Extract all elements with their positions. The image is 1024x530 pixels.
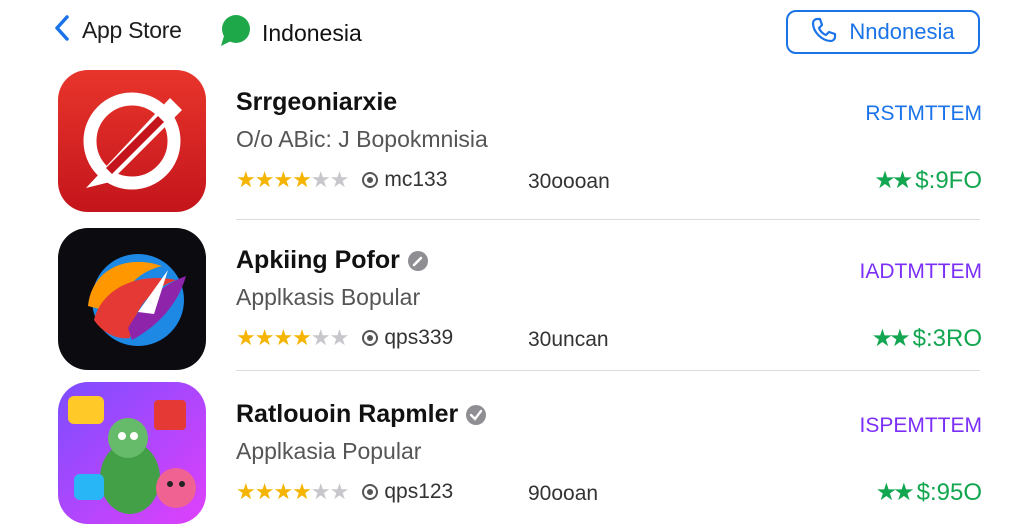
cartoon-characters-icon[interactable] <box>58 382 206 524</box>
app-row[interactable]: Apkiing Pofor Applkasis Bopular ★★★★★★ q… <box>0 228 1024 376</box>
region-button-label: Nndonesia <box>849 19 955 44</box>
verified-icon <box>407 250 428 271</box>
app-subtitle: Applkasis Bopular <box>236 284 421 310</box>
app-category: ISPEMTTEM <box>859 414 982 437</box>
region-label: Indonesia <box>262 20 362 46</box>
phone-icon <box>811 17 837 48</box>
star-icon: ★★ <box>871 325 911 352</box>
red-circle-slash-icon[interactable] <box>58 70 206 212</box>
rating-line: ★★★★★★ qps339 <box>236 326 453 350</box>
app-category: RSTMTTEM <box>865 102 982 125</box>
downloads: mc133 <box>362 168 447 192</box>
verified-icon <box>466 404 487 425</box>
app-row[interactable]: Srrgeoniarxie O/o ABic: J Bopokmnisia ★★… <box>0 70 1024 218</box>
app-name[interactable]: Apkiing Pofor <box>236 246 428 275</box>
price-button[interactable]: ★★ $:9FO <box>874 166 982 195</box>
app-name[interactable]: Ratlouoin Rapmler <box>236 400 487 429</box>
star-rating: ★★★★★★ <box>236 167 349 192</box>
download-icon <box>362 330 379 346</box>
star-rating: ★★★★★★ <box>236 479 349 504</box>
divider <box>236 219 980 220</box>
downloads: qps123 <box>362 480 453 504</box>
price-button[interactable]: ★★ $:3RO <box>872 324 982 353</box>
star-rating: ★★★★★★ <box>236 325 349 350</box>
app-subtitle: Applkasia Popular <box>236 438 422 464</box>
app-size: 90ooan <box>528 482 599 505</box>
app-row[interactable]: Ratlouoin Rapmler Applkasia Popular ★★★★… <box>0 382 1024 530</box>
rating-line: ★★★★★★ mc133 <box>236 168 447 192</box>
app-subtitle: O/o ABic: J Bopokmnisia <box>236 126 488 152</box>
region-button[interactable]: Nndonesia <box>786 10 980 54</box>
download-icon <box>362 484 379 500</box>
star-icon: ★★ <box>875 479 915 506</box>
chat-bubble-icon <box>218 14 252 53</box>
rating-line: ★★★★★★ qps123 <box>236 480 453 504</box>
top-bar: App Store Indonesia Nndonesia <box>0 0 1024 64</box>
back-button[interactable]: App Store <box>54 14 182 47</box>
divider <box>236 370 980 371</box>
app-size: 30uncan <box>528 328 609 351</box>
app-size: 30oooan <box>528 170 610 193</box>
back-label: App Store <box>82 17 182 43</box>
downloads: qps339 <box>362 326 453 350</box>
chevron-left-icon <box>54 14 70 47</box>
download-icon <box>362 172 379 188</box>
app-category: IADTMTTEM <box>859 260 982 283</box>
region-indicator: Indonesia <box>218 14 362 53</box>
star-icon: ★★ <box>874 167 913 194</box>
price-button[interactable]: ★★ $:95O <box>876 478 982 507</box>
app-name[interactable]: Srrgeoniarxie <box>236 88 397 117</box>
colorful-swirl-icon[interactable] <box>58 228 206 370</box>
